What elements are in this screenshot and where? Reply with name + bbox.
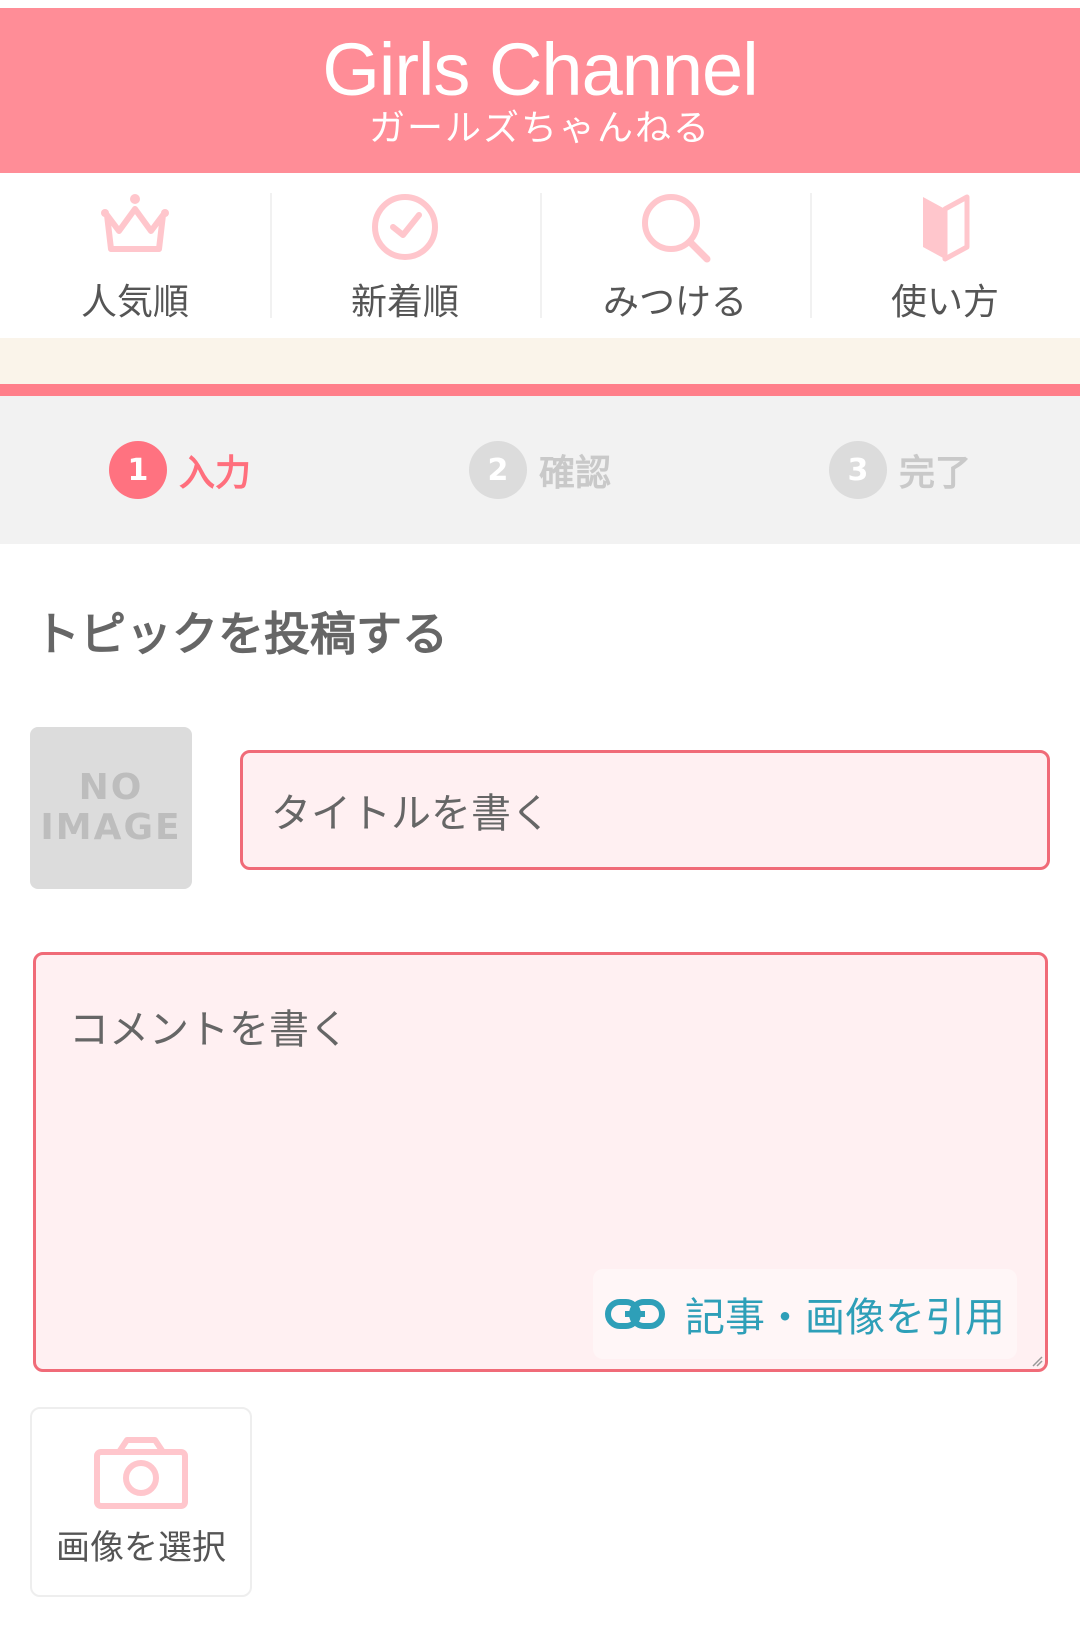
notice-bar [0, 338, 1080, 384]
page: Girls Channel ガールズちゃんねる 人気順 新着順 みつける 使い方… [0, 0, 1080, 1630]
link-icon [605, 1299, 665, 1329]
crown-icon [101, 193, 169, 252]
resize-handle-icon[interactable] [1031, 1355, 1043, 1367]
image-select-label: 画像を選択 [56, 1527, 226, 1568]
no-image-text: IMAGE [40, 807, 182, 848]
quote-link-label: 記事・画像を引用 [685, 1295, 1005, 1341]
beginner-mark-icon [923, 194, 970, 261]
image-select-button[interactable]: 画像を選択 [30, 1407, 252, 1597]
nav-item-find[interactable]: みつける [540, 173, 810, 338]
comment-textarea[interactable]: コメントを書く 記事・画像を引用 [33, 952, 1048, 1372]
nav-item-howto[interactable]: 使い方 [810, 173, 1080, 338]
step-label: 完了 [898, 453, 971, 494]
main-nav: 人気順 新着順 みつける 使い方 [0, 173, 1080, 338]
step-number: 1 [108, 441, 167, 499]
nav-label: 使い方 [890, 281, 999, 323]
step-label: 確認 [538, 453, 611, 494]
nav-item-popular[interactable]: 人気順 [0, 173, 270, 338]
logo-title-en: Girls Channel [322, 27, 758, 111]
step-number: 2 [468, 441, 527, 499]
page-title: トピックを投稿する [34, 607, 448, 661]
step-number: 3 [828, 441, 887, 499]
thumbnail-placeholder[interactable]: NO IMAGE [30, 727, 192, 889]
title-input[interactable]: タイトルを書く [240, 750, 1050, 870]
divider [0, 384, 1080, 396]
no-image-text: NO [78, 767, 144, 808]
comment-placeholder: コメントを書く [69, 1007, 349, 1053]
nav-item-newest[interactable]: 新着順 [270, 173, 540, 338]
nav-label: みつける [602, 281, 747, 323]
camera-icon [94, 1436, 188, 1509]
search-icon [642, 193, 711, 262]
step-indicator: 1 入力 2 確認 3 完了 [0, 396, 1080, 544]
step-confirm: 2 確認 [360, 441, 720, 499]
title-placeholder: タイトルを書く [271, 791, 551, 837]
step-complete: 3 完了 [720, 441, 1080, 499]
step-input: 1 入力 [0, 441, 360, 499]
step-label: 入力 [178, 453, 251, 494]
clock-icon [372, 193, 438, 260]
quote-link-button[interactable]: 記事・画像を引用 [593, 1269, 1017, 1359]
logo-title-ja: ガールズちゃんねる [368, 107, 711, 149]
site-header[interactable]: Girls Channel ガールズちゃんねる [0, 8, 1080, 173]
nav-label: 人気順 [80, 281, 189, 323]
nav-label: 新着順 [350, 281, 459, 323]
